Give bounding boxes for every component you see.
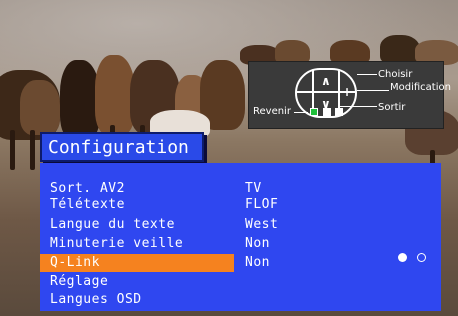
page-dot-active [398, 253, 407, 262]
menu-item-value: Non [245, 236, 270, 251]
menu-item-minuterie-veille[interactable]: Minuterie veille Non [40, 235, 441, 255]
choisir-leader-line [357, 74, 377, 75]
menu-item-label: Télétexte [50, 197, 125, 212]
white-button-icon [335, 108, 343, 116]
modification-label: Modification [390, 82, 451, 93]
revenir-leader-line [294, 112, 308, 113]
configuration-menu: Sort. AV2 TV Télétexte FLOF Langue du te… [40, 163, 441, 311]
menu-item-label: Langue du texte [50, 217, 175, 232]
menu-item-teletexte[interactable]: Télétexte FLOF [40, 196, 441, 216]
choisir-label: Choisir [378, 69, 413, 80]
menu-item-label: Langues OSD [50, 292, 142, 307]
menu-item-value: West [245, 217, 279, 232]
up-arrow-icon: ∧ [321, 74, 331, 88]
menu-item-reglage[interactable]: Réglage [40, 273, 441, 293]
green-button-icon [310, 108, 318, 116]
menu-item-langue-du-texte[interactable]: Langue du texte West [40, 216, 441, 236]
tv-screen: ∧ ∨ − + Choisir Modification Revenir Sor… [0, 0, 458, 316]
white-button-icon [323, 108, 331, 116]
minus-icon: − [301, 85, 312, 99]
page-dot-inactive [417, 253, 426, 262]
menu-item-value: Non [245, 255, 270, 270]
menu-item-label: Réglage [50, 274, 109, 289]
revenir-label: Revenir [253, 106, 291, 117]
menu-item-value: FLOF [245, 197, 279, 212]
plus-icon: + [342, 85, 353, 99]
menu-title: Configuration [40, 132, 204, 162]
menu-item-q-link[interactable]: Q-Link Non [40, 254, 441, 274]
remote-control-hint-panel: ∧ ∨ − + Choisir Modification Revenir Sor… [248, 61, 451, 129]
menu-item-langues-osd[interactable]: Langues OSD [40, 291, 441, 311]
menu-item-label: Q-Link [50, 255, 100, 270]
menu-item-label: Minuterie veille [50, 236, 184, 251]
sortir-leader-line [339, 106, 377, 107]
sortir-label: Sortir [378, 102, 406, 113]
modification-leader-line [357, 90, 389, 91]
